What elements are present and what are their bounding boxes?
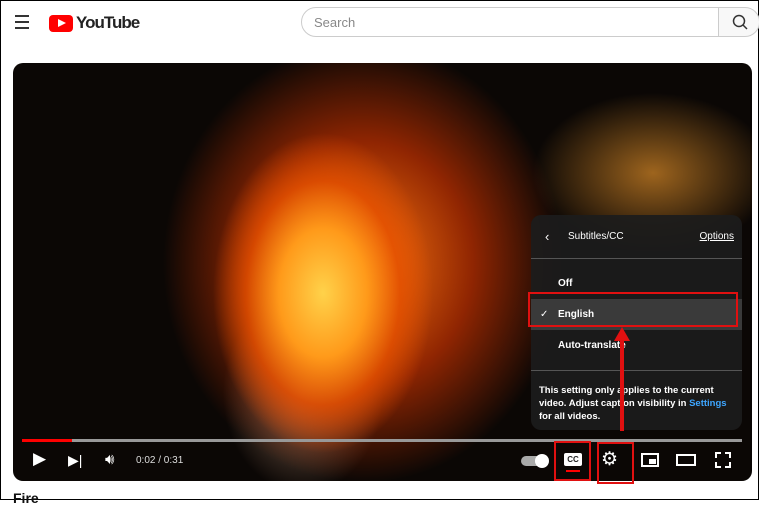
header: YouTube Search [1,1,759,45]
settings-link[interactable]: Settings [689,398,726,409]
volume-icon[interactable]: 🔊︎ [105,451,114,468]
youtube-play-icon [49,14,73,32]
highlight-box [528,292,738,327]
time-display: 0:02 / 0:31 [136,455,184,466]
play-icon[interactable]: ▶ [33,449,46,469]
menu-icon[interactable] [15,15,29,33]
fullscreen-icon[interactable] [715,452,731,468]
caption-note: This setting only applies to the current… [531,370,742,423]
annotation-arrow [620,339,624,431]
option-label: Auto-translate [558,340,626,351]
theater-mode-icon[interactable] [676,454,696,466]
option-label: Off [558,278,573,289]
next-icon[interactable]: ▶| [68,452,82,469]
miniplayer-icon[interactable] [641,453,659,467]
autoplay-toggle[interactable] [521,454,549,468]
logo-text: YouTube [76,13,140,32]
back-icon[interactable]: ‹ [545,229,549,244]
search-button[interactable] [718,7,759,37]
note-text: This setting only applies to the current… [539,385,714,409]
note-text: for all videos. [539,411,601,422]
options-link[interactable]: Options [700,231,734,242]
progress-bar[interactable] [22,439,742,442]
cc-highlight-box [554,441,591,481]
gear-highlight-box [597,442,634,484]
caption-option-auto-translate[interactable]: Auto-translate [531,330,742,361]
progress-fill [22,439,73,442]
search-input[interactable]: Search [301,7,719,37]
youtube-logo[interactable]: YouTube [49,13,140,33]
video-title: Fire [13,490,39,506]
search-icon [732,14,748,30]
menu-title: Subtitles/CC [568,231,624,242]
